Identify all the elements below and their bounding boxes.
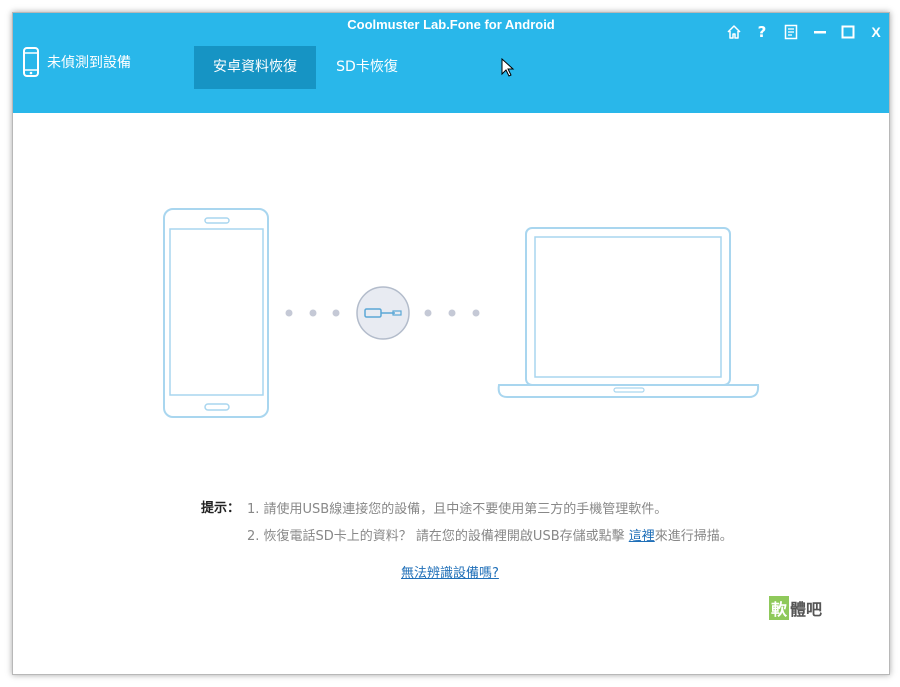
app-window: Coolmuster Lab.Fone for Android 未偵測到設備 安… <box>12 12 890 675</box>
tip-line-1: 1. 請使用USB線連接您的設備，且中途不要使用第三方的手機管理軟件。 <box>247 502 668 517</box>
connection-dots-left <box>285 309 340 317</box>
watermark-part-1: 軟 <box>769 596 790 620</box>
device-not-recognized-link[interactable]: 無法辨識設備嗎? <box>401 562 499 581</box>
tip-line-2-suffix: 來進行掃描。 <box>654 529 733 544</box>
tip-line-2-text: 2. 恢復電話SD卡上的資料？ 請在您的設備裡開啟USB存儲或點擊 <box>247 529 629 544</box>
watermark-part-2: 體吧 <box>790 600 823 619</box>
tips-label: 提示： <box>201 501 241 516</box>
usb-cable-icon <box>356 286 410 340</box>
watermark-logo: 軟體吧 <box>769 596 822 620</box>
scan-here-link[interactable]: 這裡 <box>629 529 655 544</box>
laptop-illustration <box>497 227 760 398</box>
connection-dots-right <box>424 309 480 317</box>
phone-illustration <box>163 208 269 418</box>
tip-line-2: 2. 恢復電話SD卡上的資料？ 請在您的設備裡開啟USB存儲或點擊 這裡來進行掃… <box>247 525 733 544</box>
